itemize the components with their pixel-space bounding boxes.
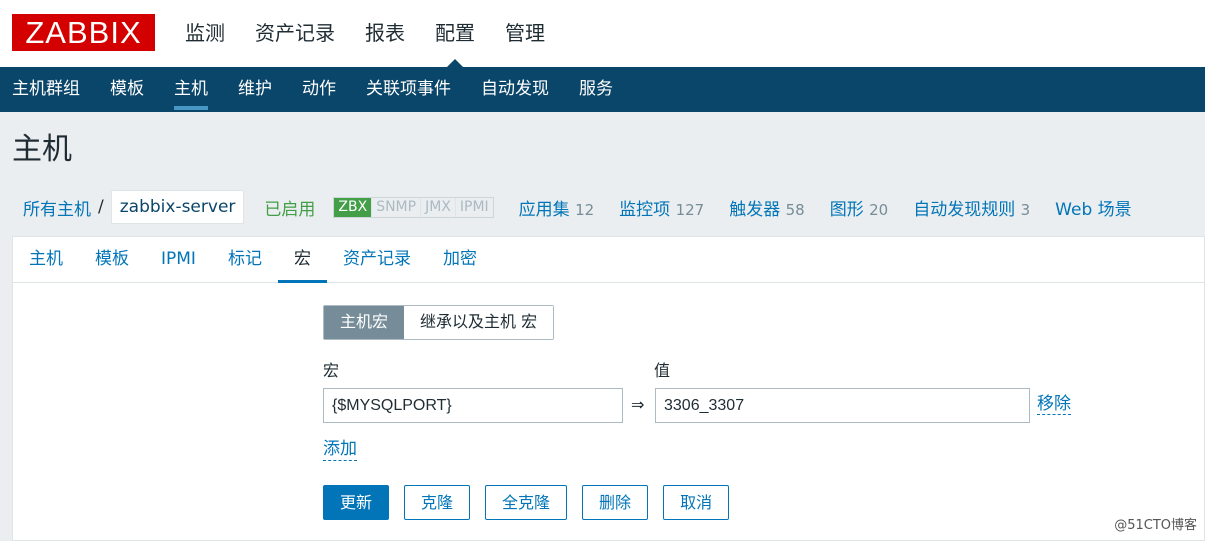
form-buttons: 更新 克隆 全克隆 删除 取消 — [323, 485, 744, 520]
menu-reports[interactable]: 报表 — [350, 0, 420, 67]
main-menu: 监测 资产记录 报表 配置 管理 — [170, 0, 560, 67]
tab-host[interactable]: 主机 — [13, 237, 79, 282]
link-count: 58 — [785, 200, 805, 219]
submenu-hosts[interactable]: 主机 — [159, 67, 223, 112]
submenu-event-correlation[interactable]: 关联项事件 — [351, 67, 466, 112]
link-label: 图形 — [829, 199, 864, 220]
submenu-host-groups[interactable]: 主机群组 — [0, 67, 95, 112]
watermark: @51CTO博客 — [1114, 518, 1197, 533]
link-triggers[interactable]: 触发器 58 — [729, 195, 805, 220]
page-title: 主机 — [12, 132, 72, 167]
macro-mode-switch: 主机宏 继承以及主机 宏 — [323, 305, 555, 340]
breadcrumb-separator: / — [98, 197, 104, 217]
tab-inventory[interactable]: 资产记录 — [327, 237, 427, 282]
tab-ipmi[interactable]: IPMI — [145, 237, 212, 282]
link-web-scenarios[interactable]: Web 场景 — [1055, 195, 1131, 220]
badge-ipmi: IPMI — [459, 198, 489, 215]
link-label: 触发器 — [729, 199, 781, 220]
submenu-discovery[interactable]: 自动发现 — [466, 67, 564, 112]
menu-monitoring[interactable]: 监测 — [170, 0, 240, 67]
host-macros-option[interactable]: 主机宏 — [324, 306, 405, 339]
menu-inventory[interactable]: 资产记录 — [240, 0, 350, 67]
inherited-macros-option[interactable]: 继承以及主机 宏 — [404, 306, 554, 339]
link-count: 20 — [869, 200, 889, 219]
tab-macros[interactable]: 宏 — [277, 237, 327, 283]
cancel-button[interactable]: 取消 — [663, 485, 730, 520]
update-button[interactable]: 更新 — [323, 485, 390, 520]
zabbix-logo[interactable]: ZABBIX — [12, 14, 155, 51]
host-status[interactable]: 已启用 — [264, 195, 315, 220]
macro-value-input[interactable]: 3306_3307 — [655, 388, 1030, 423]
badge-zbx: ZBX — [334, 197, 373, 217]
delete-button[interactable]: 删除 — [582, 485, 649, 520]
macro-column-label: 宏 — [323, 361, 340, 380]
remove-macro-link[interactable]: 移除 — [1037, 394, 1071, 415]
tab-templates[interactable]: 模板 — [79, 237, 145, 282]
link-discovery-rules[interactable]: 自动发现规则 3 — [913, 195, 1030, 220]
sub-menu: 主机群组 模板 主机 维护 动作 关联项事件 自动发现 服务 — [0, 67, 1205, 112]
menu-administration[interactable]: 管理 — [490, 0, 560, 67]
full-clone-button[interactable]: 全克隆 — [485, 485, 568, 520]
macro-name-input[interactable]: {$MYSQLPORT} — [323, 388, 623, 423]
link-applications[interactable]: 应用集 12 — [519, 195, 595, 220]
submenu-templates[interactable]: 模板 — [95, 67, 159, 112]
host-form-panel: 主机 模板 IPMI 标记 宏 资产记录 加密 主机宏 继承以及主机 宏 宏 值… — [12, 236, 1205, 541]
macro-arrow: ⇒ — [631, 395, 645, 414]
tab-tags[interactable]: 标记 — [212, 237, 278, 282]
badge-jmx: JMX — [421, 197, 456, 217]
submenu-actions[interactable]: 动作 — [287, 67, 351, 112]
link-count: 127 — [675, 200, 705, 219]
menu-configuration[interactable]: 配置 — [420, 0, 490, 67]
breadcrumb-current-host[interactable]: zabbix-server — [110, 190, 245, 224]
link-label: 监控项 — [619, 199, 671, 220]
form-tabs: 主机 模板 IPMI 标记 宏 资产记录 加密 — [13, 237, 1205, 283]
tab-encryption[interactable]: 加密 — [427, 237, 493, 282]
link-items[interactable]: 监控项 127 — [619, 195, 704, 220]
clone-button[interactable]: 克隆 — [404, 485, 471, 520]
link-label: 自动发现规则 — [913, 199, 1016, 220]
top-bar: ZABBIX 监测 资产记录 报表 配置 管理 — [0, 0, 1205, 67]
link-count: 12 — [575, 200, 595, 219]
badge-snmp: SNMP — [372, 197, 422, 217]
link-label: 应用集 — [518, 199, 570, 220]
availability-badges: ZBX SNMP JMX IPMI — [333, 196, 494, 218]
add-macro-link[interactable]: 添加 — [323, 438, 357, 461]
link-graphs[interactable]: 图形 20 — [830, 195, 889, 220]
value-column-label: 值 — [654, 361, 671, 380]
breadcrumb-all-hosts[interactable]: 所有主机 — [23, 195, 91, 220]
submenu-maintenance[interactable]: 维护 — [223, 67, 287, 112]
submenu-services[interactable]: 服务 — [564, 67, 628, 112]
link-label: Web 场景 — [1055, 199, 1132, 220]
link-count: 3 — [1020, 200, 1031, 219]
host-navigation: 所有主机 / zabbix-server 已启用 ZBX SNMP JMX IP… — [12, 186, 1132, 228]
